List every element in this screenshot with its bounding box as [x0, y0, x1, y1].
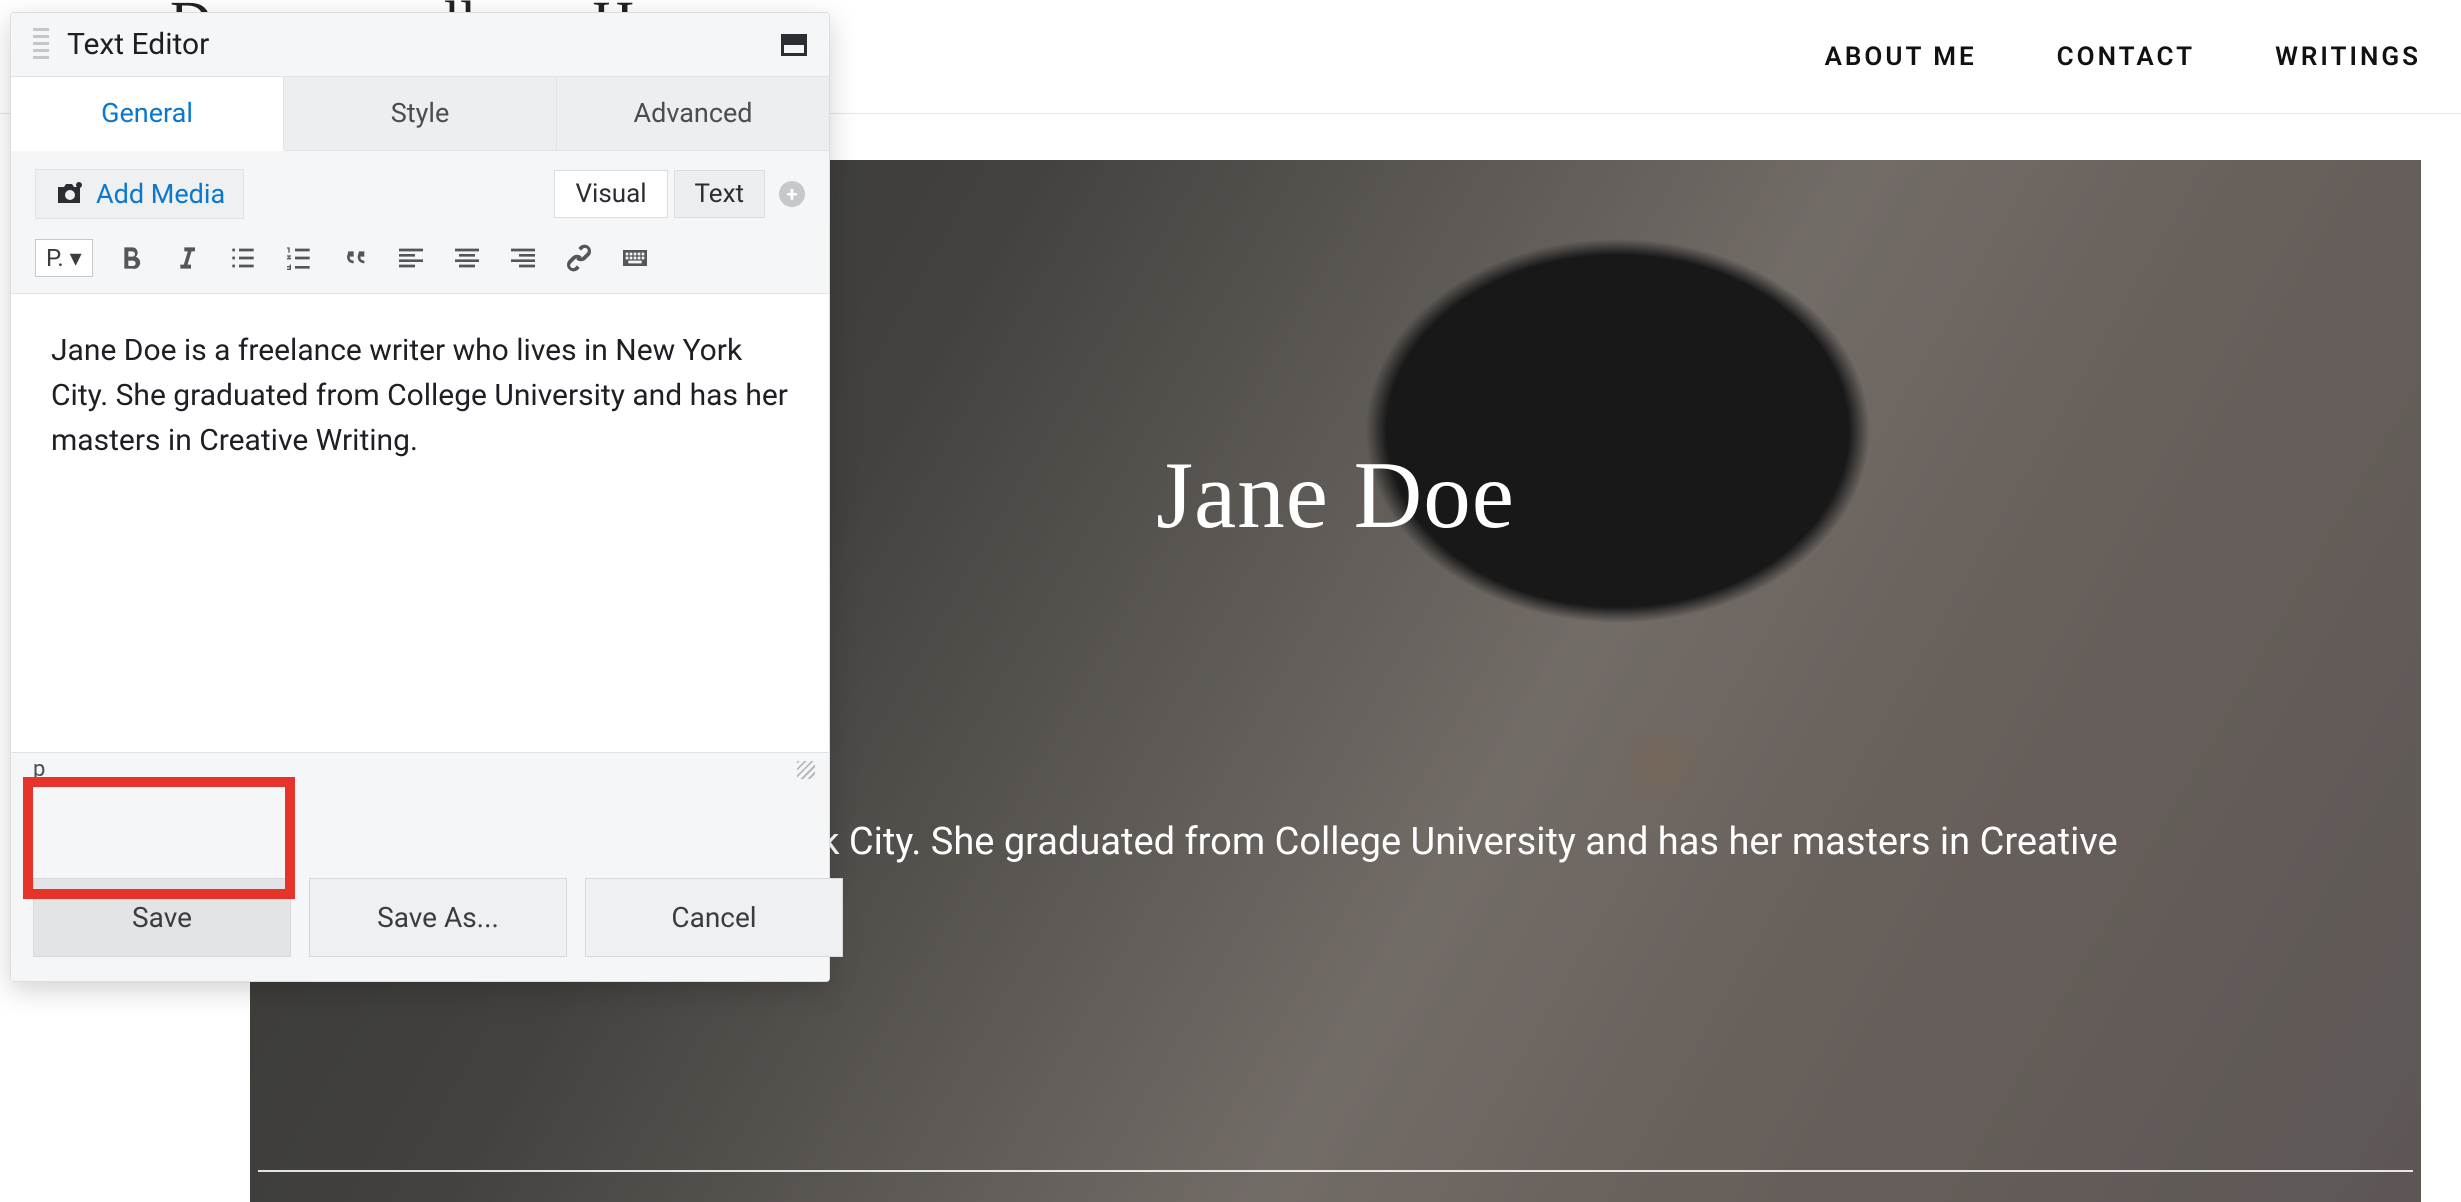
blockquote-icon[interactable] — [337, 240, 373, 276]
add-media-button[interactable]: Add Media — [35, 169, 244, 219]
save-button[interactable]: Save — [33, 878, 291, 957]
element-path[interactable]: p — [33, 757, 45, 782]
nav-writings[interactable]: WRITINGS — [2275, 42, 2421, 72]
bold-icon[interactable] — [113, 240, 149, 276]
save-as-button[interactable]: Save As... — [309, 878, 567, 957]
media-row: Add Media Visual Text + — [11, 151, 829, 233]
align-center-icon[interactable] — [449, 240, 485, 276]
drag-handle-icon[interactable] — [33, 28, 49, 62]
resize-grip-icon[interactable] — [797, 761, 815, 779]
panel-header: Text Editor — [11, 13, 829, 76]
tab-advanced[interactable]: Advanced — [557, 77, 829, 150]
paragraph-format-label: P. — [46, 244, 64, 272]
add-toolbar-icon[interactable]: + — [779, 181, 805, 207]
link-icon[interactable] — [561, 240, 597, 276]
paragraph-format-select[interactable]: P. ▾ — [35, 239, 93, 277]
nav-links: ABOUT ME CONTACT WRITINGS — [1825, 42, 2421, 72]
tab-style[interactable]: Style — [284, 77, 557, 150]
nav-contact[interactable]: CONTACT — [2057, 42, 2195, 72]
editor-mode-tabs: Visual Text + — [554, 170, 805, 218]
camera-music-icon — [54, 181, 84, 207]
chevron-down-icon: ▾ — [70, 244, 82, 272]
editor-status-bar: p — [11, 753, 829, 788]
italic-icon[interactable] — [169, 240, 205, 276]
add-media-label: Add Media — [96, 178, 225, 210]
panel-tabs: General Style Advanced — [11, 76, 829, 151]
numbered-list-icon[interactable] — [281, 240, 317, 276]
nav-about-me[interactable]: ABOUT ME — [1825, 42, 1977, 72]
mode-tab-visual[interactable]: Visual — [554, 170, 667, 218]
text-editor-panel: Text Editor General Style Advanced Add M… — [10, 12, 830, 982]
tab-general[interactable]: General — [11, 77, 284, 151]
rich-text-toolbar: P. ▾ — [11, 233, 829, 293]
align-right-icon[interactable] — [505, 240, 541, 276]
panel-footer: Save Save As... Cancel — [11, 788, 829, 981]
editor-content[interactable]: Jane Doe is a freelance writer who lives… — [11, 293, 829, 753]
bullet-list-icon[interactable] — [225, 240, 261, 276]
hero-divider — [258, 1170, 2413, 1172]
expand-window-icon[interactable] — [781, 34, 807, 56]
align-left-icon[interactable] — [393, 240, 429, 276]
keyboard-icon[interactable] — [617, 240, 653, 276]
cancel-button[interactable]: Cancel — [585, 878, 843, 957]
mode-tab-text[interactable]: Text — [674, 170, 765, 218]
panel-title: Text Editor — [67, 27, 781, 62]
